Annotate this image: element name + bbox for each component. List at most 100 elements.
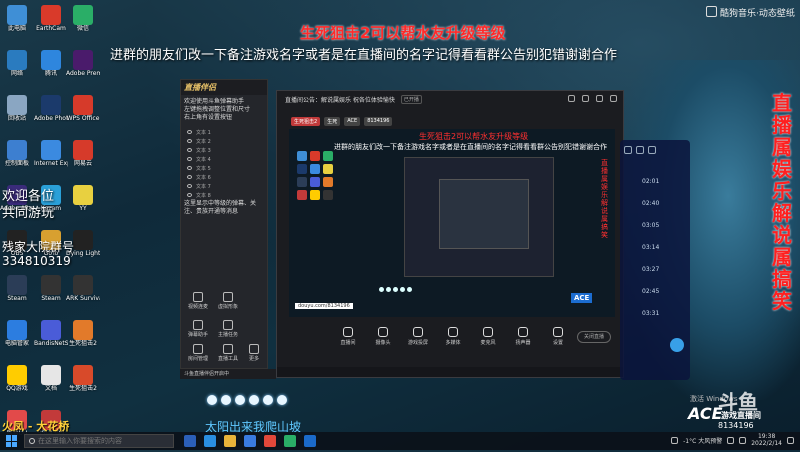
eye-icon[interactable] [187, 175, 192, 179]
music-playlist-panel[interactable]: 02:01 02:40 03:05 03:14 03:27 02:45 03:31 [620, 140, 690, 380]
control-speaker[interactable]: 扬声器 [512, 327, 534, 346]
live-stream-window[interactable]: 直播间公告：解说属娱乐 祝各位体验愉快 已开播 生死狙击2 生死 ACE 813… [276, 90, 624, 378]
eye-icon[interactable] [187, 193, 192, 197]
tool-video-link[interactable]: 视频连麦 [183, 292, 213, 310]
tag-game[interactable]: 生死狙击2 [291, 117, 321, 126]
desktop-icon[interactable]: 电脑管家 [0, 317, 34, 362]
eye-icon[interactable] [187, 130, 192, 134]
control-live-room[interactable]: 直播间 [337, 327, 359, 346]
assistant-layer-row[interactable]: 文本 5 [187, 164, 265, 172]
desktop-icon[interactable]: 网易云 [66, 137, 100, 182]
assistant-header[interactable]: 直播伴侣 [181, 80, 267, 95]
desktop-icon[interactable]: Adobe Photoshop [34, 92, 68, 137]
eye-icon[interactable] [187, 166, 192, 170]
eye-icon[interactable] [187, 148, 192, 152]
eye-icon[interactable] [187, 139, 192, 143]
media-icon [448, 327, 458, 337]
assistant-layer-row[interactable]: 文本 8 [187, 191, 265, 199]
assistant-layer-row[interactable]: 文本 7 [187, 182, 265, 190]
assistant-layer-row[interactable]: 文本 4 [187, 155, 265, 163]
eye-icon[interactable] [187, 157, 192, 161]
desktop-icon[interactable]: WPS Office [66, 92, 100, 137]
desktop-icon[interactable]: 生死狙击2 [66, 317, 100, 362]
list-icon[interactable] [624, 146, 632, 154]
weather-status[interactable]: -1°C 大风预警 [683, 436, 722, 445]
store-icon[interactable] [244, 435, 256, 447]
desktop-icon[interactable]: 控制面板 [0, 137, 34, 182]
minimize-icon[interactable] [582, 95, 589, 102]
desktop-icon[interactable]: 微信 [66, 2, 100, 47]
control-game-cast[interactable]: 游戏投屏 [407, 327, 429, 346]
desktop-icon-label: Steam [41, 295, 61, 302]
tag-team[interactable]: ACE [344, 117, 361, 126]
assistant-brand: 直播伴侣 [184, 83, 216, 92]
maximize-icon[interactable] [596, 95, 603, 102]
tool-danmaku[interactable]: 弹幕助手 [183, 320, 213, 338]
folder-icon[interactable] [224, 435, 236, 447]
assistant-layer-row[interactable]: 文本 2 [187, 137, 265, 145]
desktop-icon[interactable]: Steam [0, 272, 34, 317]
tool-more[interactable]: 更多 [239, 344, 269, 362]
heart-icon[interactable] [636, 146, 644, 154]
desktop-icon-label: Adobe Photoshop [34, 115, 68, 122]
preview-notice: 进群的朋友们改一下备注游戏名字或者是在直播间的名字记得看看群公告别犯错谢谢合作 [334, 143, 607, 151]
tool-room-manage[interactable]: 房间管理 [183, 344, 213, 362]
welcome-text: 欢迎各位 共同游玩 [2, 188, 54, 222]
desktop-icon[interactable]: Adobe Premiere [66, 47, 100, 92]
qq-app-icon[interactable] [304, 435, 316, 447]
close-icon[interactable] [610, 95, 617, 102]
search-input[interactable] [38, 437, 168, 445]
layer-label: 文本 1 [196, 129, 211, 136]
desktop-icon[interactable]: ARK Survival [66, 272, 100, 317]
danmaku-assistant-panel[interactable]: 直播伴侣 欢迎使用斗鱼弹幕助手 左键拖拽调整位置和尺寸 右上角有设置按钮 文本 … [180, 79, 268, 369]
notification-icon[interactable] [787, 436, 794, 444]
network-icon[interactable] [727, 436, 735, 444]
camera-icon [378, 327, 388, 337]
app-icon [73, 140, 93, 160]
wechat-app-icon[interactable] [284, 435, 296, 447]
gear-icon [553, 327, 563, 337]
volume-icon[interactable] [739, 436, 747, 444]
taskbar-search[interactable] [24, 434, 174, 448]
desktop-icon[interactable]: Internet Explorer [34, 137, 68, 182]
desktop-icon[interactable]: 回收站 [0, 92, 34, 137]
desktop-icon[interactable]: 网络 [0, 47, 34, 92]
play-button[interactable] [670, 338, 684, 352]
control-settings[interactable]: 设置 [547, 327, 569, 346]
desktop-icon[interactable]: 此电脑 [0, 2, 34, 47]
desktop-icon[interactable]: EarthCam [34, 2, 68, 47]
eye-icon[interactable] [187, 184, 192, 188]
windows-start-icon[interactable] [6, 435, 18, 447]
edge-icon[interactable] [204, 435, 216, 447]
close-icon[interactable] [648, 146, 656, 154]
desktop-icon[interactable]: QQ游戏 [0, 362, 34, 407]
more-icon [249, 344, 259, 354]
desktop-icon[interactable]: BandisNetShare [34, 317, 68, 362]
assistant-layer-row[interactable]: 文本 3 [187, 146, 265, 154]
assistant-layer-row[interactable]: 文本 1 [187, 128, 265, 136]
taskbar-clock[interactable]: 19:38 2022/2/14 [751, 433, 782, 447]
assistant-status-bar: 斗鱼直播伴侣开启中 [180, 369, 276, 379]
stop-live-button[interactable]: 关闭直播 [577, 331, 611, 343]
app-icon [73, 230, 93, 250]
layer-label: 文本 5 [196, 165, 211, 172]
control-microphone[interactable]: 麦克风 [477, 327, 499, 346]
control-media[interactable]: 多媒体 [442, 327, 464, 346]
tool-avatar[interactable]: 虚拟形象 [213, 292, 243, 310]
task-view-icon[interactable] [184, 435, 196, 447]
app-icon [7, 320, 27, 340]
desktop-icon[interactable]: 文档 [34, 362, 68, 407]
stream-preview[interactable]: 生死狙击2可以帮水友升级等级 进群的朋友们改一下备注游戏名字或者是在直播间的名字… [289, 129, 615, 317]
preview-vertical-slogan: 直播属娱乐解说属搞笑 [601, 159, 608, 239]
cloud-icon[interactable] [671, 436, 679, 444]
desktop-icon[interactable]: YY [66, 182, 100, 227]
settings-icon[interactable] [568, 95, 575, 102]
desktop-icon[interactable]: 生死狙击2 [66, 362, 100, 407]
tool-tasks[interactable]: 主播任务 [213, 320, 243, 338]
assistant-layer-row[interactable]: 文本 6 [187, 173, 265, 181]
desktop-icon[interactable]: Steam [34, 272, 68, 317]
desktop-icon[interactable]: 腾讯 [34, 47, 68, 92]
control-camera[interactable]: 摄像头 [372, 327, 394, 346]
tag-category[interactable]: 生死 [324, 117, 341, 126]
douyu-app-icon[interactable] [264, 435, 276, 447]
